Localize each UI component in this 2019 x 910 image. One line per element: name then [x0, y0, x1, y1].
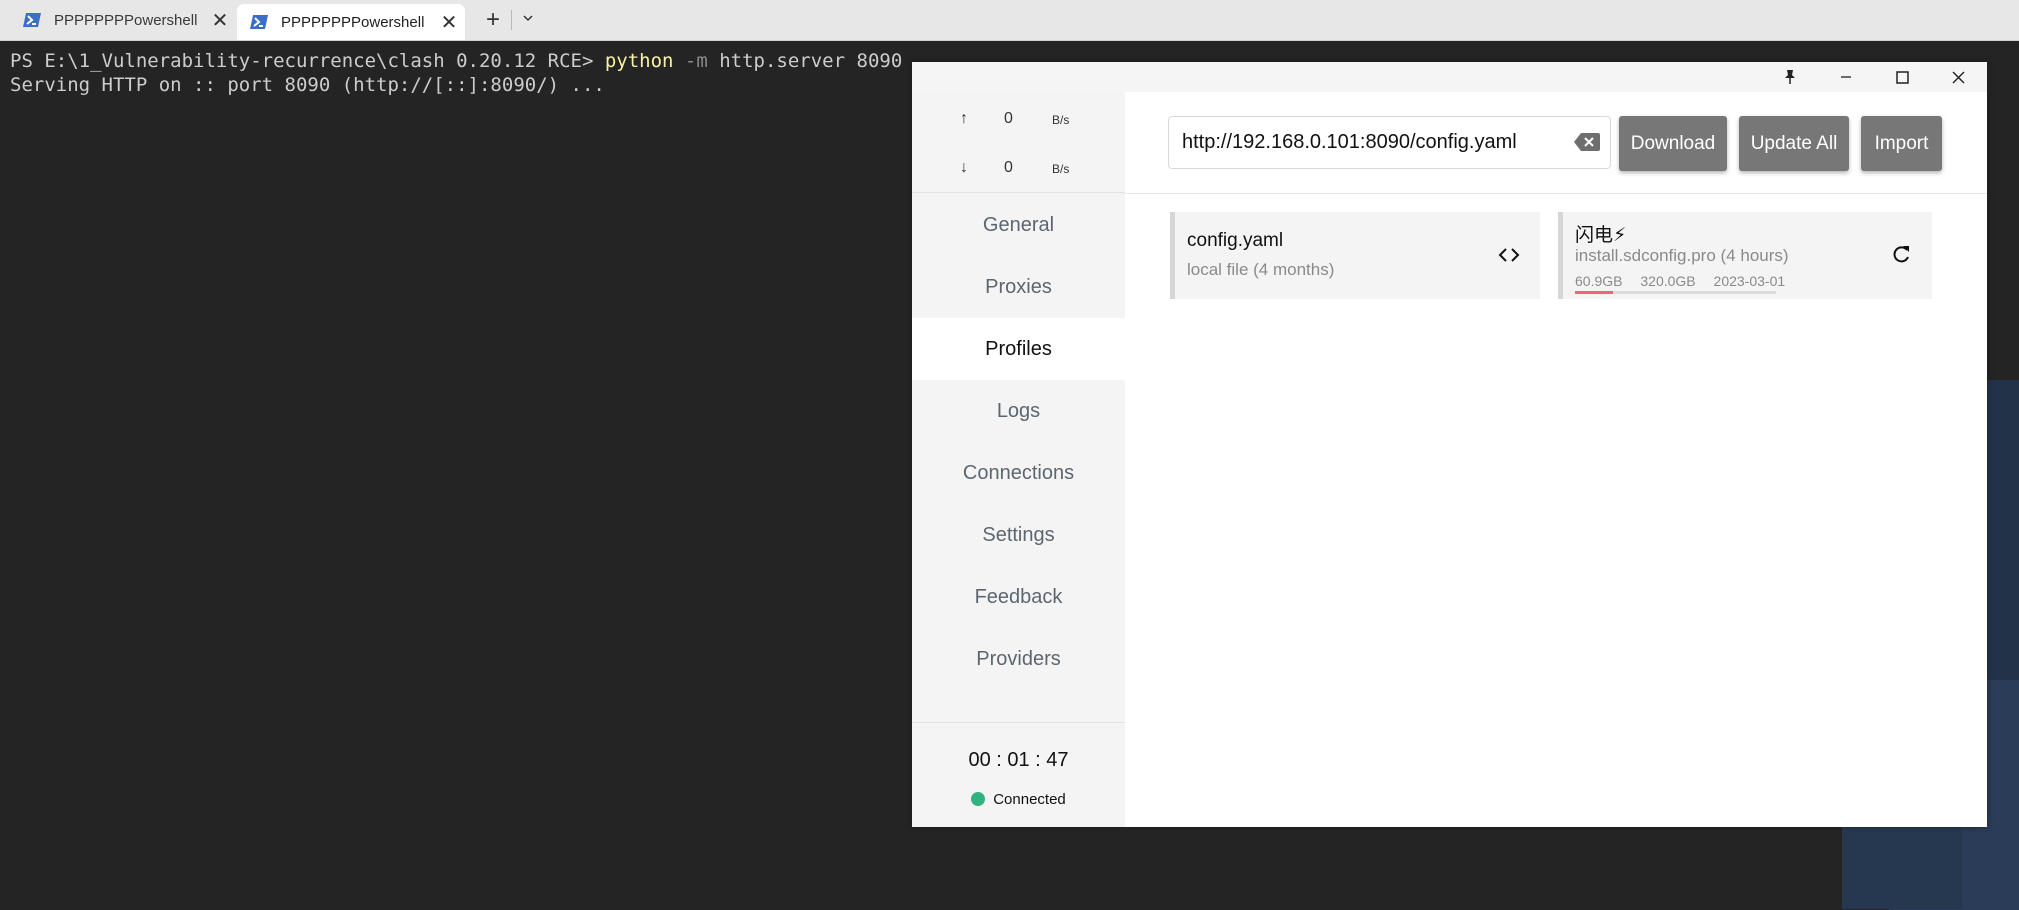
- profile-url-input[interactable]: [1168, 116, 1611, 169]
- close-icon[interactable]: [1930, 62, 1986, 92]
- update-all-button[interactable]: Update All: [1739, 116, 1849, 171]
- expire-date: 2023-03-01: [1713, 273, 1786, 289]
- terminal-output[interactable]: PS E:\1_Vulnerability-recurrence\clash 0…: [10, 49, 902, 97]
- profile-source: local file (4 months): [1187, 260, 1335, 279]
- clash-window: ↑ 0 B/s ↓ 0 B/s General Proxies Profiles…: [912, 62, 1987, 827]
- tab-title: PPPPPPPPowershell: [281, 13, 425, 31]
- nav-item-connections[interactable]: Connections: [912, 442, 1125, 504]
- tab-divider: [511, 10, 512, 30]
- terminal-tab-1[interactable]: PPPPPPPPowershell ✕: [0, 0, 236, 40]
- profile-url-bar: Download Update All Import: [1125, 92, 1987, 194]
- sidebar: ↑ 0 B/s ↓ 0 B/s General Proxies Profiles…: [912, 92, 1125, 827]
- new-tab-button[interactable]: +: [477, 6, 509, 34]
- close-icon[interactable]: ✕: [433, 10, 465, 35]
- close-icon[interactable]: ✕: [204, 8, 236, 33]
- nav-item-general[interactable]: General: [912, 194, 1125, 256]
- uptime-timer: 00 : 01 : 47: [968, 749, 1069, 771]
- usage-progress-bar: [1575, 291, 1776, 294]
- nav-item-providers[interactable]: Providers: [912, 628, 1125, 690]
- nav-item-logs[interactable]: Logs: [912, 380, 1125, 442]
- tab-title: PPPPPPPPowershell: [54, 11, 198, 29]
- prompt: PS E:\1_Vulnerability-recurrence\clash 0…: [10, 50, 605, 72]
- terminal-tabbar: PPPPPPPPowershell ✕ PPPPPPPPowershell ✕ …: [0, 0, 2019, 41]
- connection-status[interactable]: Connected: [912, 791, 1125, 808]
- nav-item-proxies[interactable]: Proxies: [912, 256, 1125, 318]
- status-dot-icon: [971, 792, 986, 806]
- command: python: [604, 50, 674, 72]
- maximize-icon[interactable]: [1874, 62, 1930, 92]
- command-args: http.server 8090: [707, 50, 903, 72]
- nav-item-settings[interactable]: Settings: [912, 504, 1125, 566]
- powershell-icon: [250, 15, 268, 29]
- usage-used: 60.9GB: [1575, 273, 1623, 289]
- divider: [912, 722, 1125, 723]
- usage-progress-fill: [1575, 291, 1614, 294]
- profile-card-config[interactable]: config.yaml local file (4 months): [1170, 212, 1540, 299]
- arrow-down-icon: ↓: [960, 159, 968, 176]
- profile-name: config.yaml: [1187, 230, 1284, 251]
- arrow-up-icon: ↑: [960, 110, 968, 127]
- pin-icon[interactable]: [1762, 62, 1818, 92]
- refresh-icon[interactable]: [1890, 244, 1912, 266]
- profile-usage-meta: 60.9GB 320.0GB 2023-03-01: [1575, 273, 1799, 289]
- nav-item-feedback[interactable]: Feedback: [912, 566, 1125, 628]
- download-value: 0: [1004, 159, 1013, 176]
- status-label: Connected: [993, 791, 1066, 808]
- powershell-icon: [23, 13, 41, 27]
- download-unit: B/s: [1052, 162, 1070, 176]
- profile-name: 闪电⚡: [1575, 225, 1627, 246]
- profile-source: install.sdconfig.pro (4 hours): [1575, 246, 1789, 265]
- terminal-tab-2[interactable]: PPPPPPPPowershell ✕: [237, 4, 465, 40]
- traffic-panel: ↑ 0 B/s ↓ 0 B/s: [912, 92, 1125, 193]
- window-titlebar[interactable]: [912, 62, 1987, 92]
- code-edit-icon[interactable]: [1498, 244, 1520, 266]
- nav-item-profiles[interactable]: Profiles: [912, 318, 1125, 380]
- usage-total: 320.0GB: [1640, 273, 1696, 289]
- upload-unit: B/s: [1052, 113, 1070, 127]
- profiles-page: Download Update All Import config.yaml l…: [1125, 92, 1987, 827]
- download-button[interactable]: Download: [1619, 116, 1727, 171]
- server-output: Serving HTTP on :: port 8090 (http://[::…: [10, 74, 605, 96]
- command-flag: -m: [673, 50, 708, 72]
- chevron-down-icon[interactable]: [514, 6, 542, 34]
- wallpaper: [1842, 820, 1962, 909]
- upload-value: 0: [1004, 110, 1013, 127]
- upload-rate: ↑ 0 B/s: [912, 100, 1125, 140]
- profile-card-remote[interactable]: 闪电⚡ install.sdconfig.pro (4 hours) 60.9G…: [1558, 212, 1932, 299]
- download-rate: ↓ 0 B/s: [912, 149, 1125, 189]
- clear-icon[interactable]: [1573, 130, 1601, 154]
- minimize-icon[interactable]: [1818, 62, 1874, 92]
- import-button[interactable]: Import: [1861, 116, 1942, 171]
